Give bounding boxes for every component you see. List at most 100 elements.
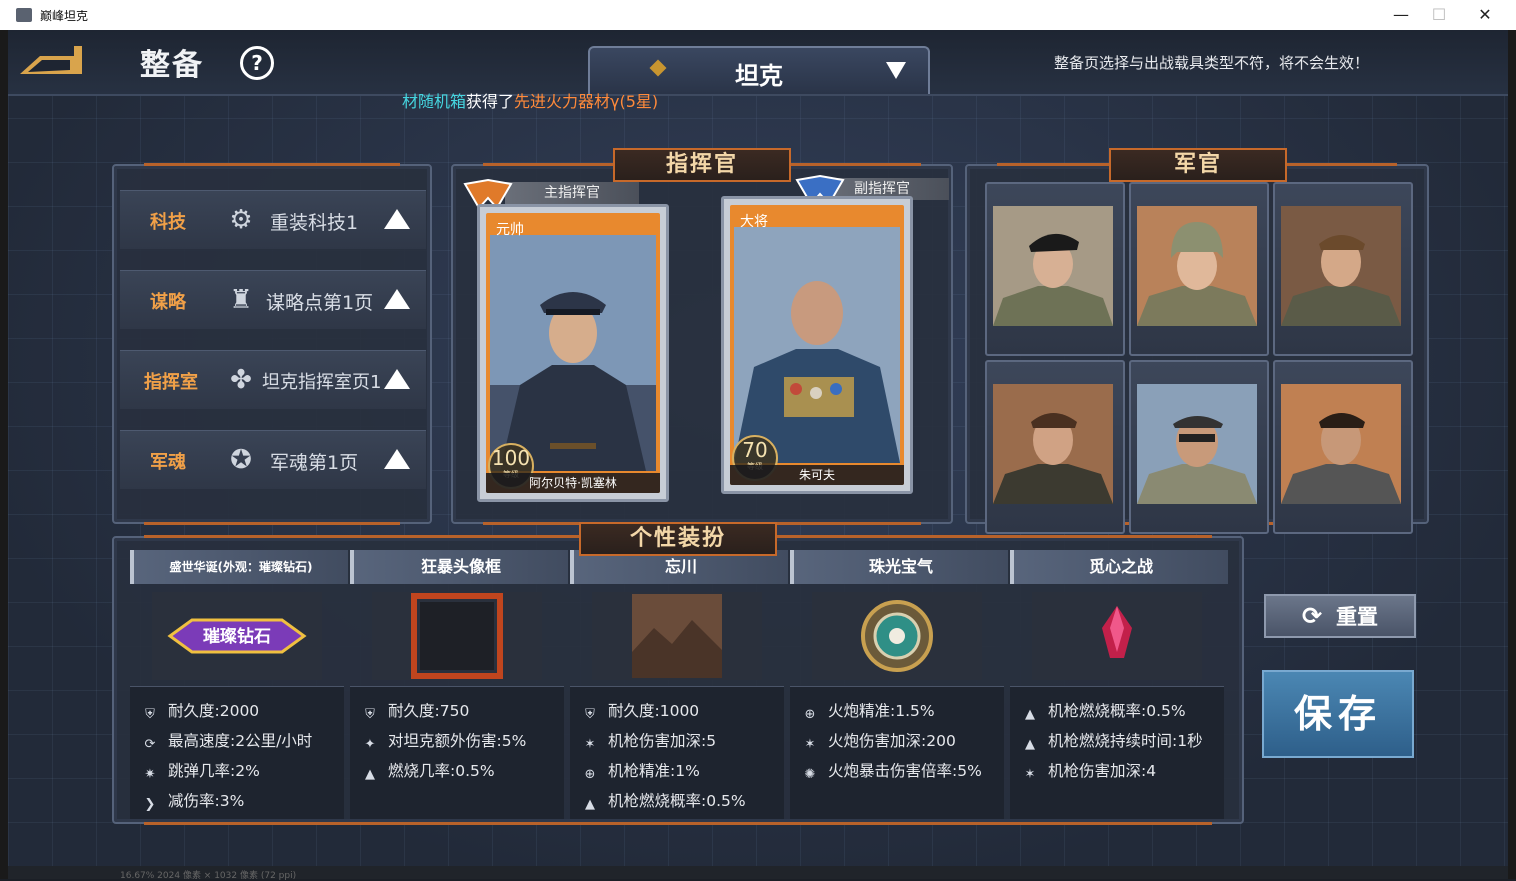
shield-icon: ⛨ (585, 707, 595, 722)
maximize-button[interactable]: ☐ (1416, 0, 1462, 30)
expand-arrow-icon[interactable] (384, 369, 410, 389)
commander-name: 阿尔贝特·凯塞林 (486, 473, 660, 493)
officer-slot[interactable] (1129, 360, 1269, 534)
officer-slot[interactable] (1273, 360, 1413, 534)
officer-slot[interactable] (1273, 182, 1413, 356)
burn-icon: ▲ (365, 767, 375, 782)
diamond-badge-icon: 璀璨钻石 (167, 618, 307, 654)
command-room-icon: ✤ (230, 365, 252, 395)
ticker-verb: 获得了 (466, 92, 515, 111)
stat-text: 机枪精准:1% (608, 762, 700, 780)
stat-line: ⛨ 耐久度:2000 (142, 699, 259, 723)
heart-crystal-icon (1102, 606, 1132, 658)
stat-text: 耐久度:750 (388, 702, 470, 720)
row-value: 重装科技1 (270, 212, 359, 234)
stat-text: 对坦克额外伤害:5% (388, 732, 527, 750)
customization-panel: 盛世华诞(外观：璀璨钻石) 璀璨钻石 ⛨ 耐久度:2000 ⟳ 最高速度:2公里/小… (112, 535, 1244, 825)
customization-panel-label: 个性装扮 (579, 522, 777, 556)
stat-line: ▲ 燃烧几率:0.5% (362, 759, 495, 783)
burn-icon: ▲ (1025, 737, 1035, 752)
main-commander-role: 主指挥官 (505, 182, 639, 204)
item-stats: ▲ 机枪燃烧概率:0.5% ▲ 机枪燃烧持续时间:1秒 ✶ 机枪伤害加深:4 (1010, 686, 1224, 819)
stat-text: 最高速度:2公里/小时 (168, 732, 313, 750)
crosshair-icon: ⊕ (804, 707, 816, 722)
commander-rank: 元帅 (496, 222, 524, 238)
loadout-row-tech[interactable]: 科技 ⚙ 重装科技1 (120, 190, 426, 249)
item-name: 觅心之战 (1010, 550, 1228, 584)
customization-item[interactable]: 忘川 ⛨ 耐久度:1000 ✶ 机枪伤害加深:5 ⊕ 机枪精准:1% ▲ 机枪燃烧概率:… (570, 550, 788, 819)
level-value: 70 (742, 438, 768, 462)
ticker-item-source: 材随机箱 (402, 92, 467, 111)
stat-text: 机枪伤害加深:4 (1048, 762, 1157, 780)
officer-slot[interactable] (1129, 182, 1269, 356)
item-stats: ⛨ 耐久度:1000 ✶ 机枪伤害加深:5 ⊕ 机枪精准:1% ▲ 机枪燃烧概率:0.5… (570, 686, 784, 819)
landscape-card-icon (632, 594, 722, 678)
customization-item[interactable]: 珠光宝气 ⊕ 火炮精准:1.5% ✶ 火炮伤害加深:200 ✺ 火炮暴击伤害倍率:5% (790, 550, 1008, 819)
badge-text: 璀璨钻石 (203, 626, 271, 647)
expand-arrow-icon[interactable] (384, 449, 410, 469)
stat-text: 火炮精准:1.5% (828, 702, 935, 720)
row-value: 坦克指挥室页1 (262, 372, 382, 393)
warning-text: 整备页选择与出战载具类型不符，将不会生效！ (1054, 54, 1370, 72)
stat-line: ⛨ 耐久度:1000 (582, 699, 699, 723)
top-bar: 整备 ? 坦克 整备页选择与出战载具类型不符，将不会生效！ (8, 30, 1508, 96)
loadout-row-command-room[interactable]: 指挥室 ✤ 坦克指挥室页1 (120, 350, 426, 409)
main-commander-card[interactable]: 元帅 100 等级 阿尔贝特·凯塞林 (477, 204, 669, 502)
stat-line: ✶ 机枪伤害加深:4 (1022, 759, 1157, 783)
back-arrow-icon[interactable] (18, 40, 84, 76)
item-image (592, 592, 762, 680)
customization-item[interactable]: 盛世华诞(外观：璀璨钻石) 璀璨钻石 ⛨ 耐久度:2000 ⟳ 最高速度:2公里/小… (130, 550, 348, 819)
loadout-panel: 科技 ⚙ 重装科技1 谋略 ♜ 谋略点第1页 指挥室 ✤ 坦克指挥室页1 军魂 … (112, 163, 432, 525)
stat-line: ⛨ 耐久度:750 (362, 699, 469, 723)
window-right-edge (1508, 30, 1516, 879)
status-bar: 16.67% 2024 像素 × 1032 像素 (72 ppi) (8, 866, 1508, 881)
vehicle-type-dropdown[interactable]: 坦克 (588, 46, 930, 94)
shield-icon: ⛨ (145, 707, 155, 722)
stat-line: ✷ 跳弹几率:2% (142, 759, 260, 783)
stat-text: 机枪燃烧概率:0.5% (1048, 702, 1186, 720)
item-name: 珠光宝气 (790, 550, 1008, 584)
stat-line: ⊕ 火炮精准:1.5% (802, 699, 935, 723)
speed-icon: ⟳ (144, 737, 156, 752)
expand-arrow-icon[interactable] (384, 289, 410, 309)
tank-damage-icon: ✦ (364, 737, 376, 752)
stat-text: 机枪燃烧概率:0.5% (608, 792, 746, 810)
help-icon[interactable]: ? (240, 46, 274, 80)
row-value: 谋略点第1页 (266, 292, 374, 314)
customization-item[interactable]: 狂暴头像框 ⛨ 耐久度:750 ✦ 对坦克额外伤害:5% ▲ 燃烧几率:0.5% (350, 550, 568, 819)
customization-item[interactable]: 觅心之战 ▲ 机枪燃烧概率:0.5% ▲ 机枪燃烧持续时间:1秒 ✶ 机枪伤害加深:4 (1010, 550, 1228, 819)
stat-line: ✶ 机枪伤害加深:5 (582, 729, 717, 753)
close-window-button[interactable]: ✕ (1462, 0, 1508, 30)
crit-icon: ✺ (804, 767, 816, 782)
refresh-icon: ⟳ (1301, 602, 1323, 630)
window-left-edge (0, 30, 8, 879)
item-stats: ⊕ 火炮精准:1.5% ✶ 火炮伤害加深:200 ✺ 火炮暴击伤害倍率:5% (790, 686, 1004, 819)
item-image (372, 592, 542, 680)
jewel-emblem-icon (861, 600, 933, 672)
officer-panel-label: 军官 (1109, 148, 1287, 182)
deputy-commander-card[interactable]: 大将 70 等级 朱可夫 (721, 196, 913, 494)
loadout-row-strategy[interactable]: 谋略 ♜ 谋略点第1页 (120, 270, 426, 329)
reset-button[interactable]: ⟳ 重置 (1264, 594, 1416, 638)
level-value: 100 (491, 446, 531, 470)
row-category: 指挥室 (144, 372, 198, 393)
officer-portrait (1281, 384, 1401, 504)
loadout-row-soul[interactable]: 军魂 ✪ 军魂第1页 (120, 430, 426, 489)
burn-icon: ▲ (585, 797, 595, 812)
officer-slot[interactable] (985, 360, 1125, 534)
stat-line: ✶ 火炮伤害加深:200 (802, 729, 956, 753)
panel-accent-bottom (144, 522, 400, 525)
row-category: 军魂 (150, 452, 186, 473)
expand-arrow-icon[interactable] (384, 209, 410, 229)
officer-portrait (1137, 206, 1257, 326)
stat-line: ⟳ 最高速度:2公里/小时 (142, 729, 313, 753)
strategy-icon: ♜ (229, 285, 253, 315)
item-image: 璀璨钻石 (152, 592, 322, 680)
save-button[interactable]: 保存 (1262, 670, 1414, 758)
officer-panel (965, 163, 1429, 534)
officer-slot[interactable] (985, 182, 1125, 356)
stat-line: ▲ 机枪燃烧持续时间:1秒 (1022, 729, 1203, 753)
commander-panel: 主指挥官 元帅 100 等级 阿尔贝特·凯塞 (451, 163, 953, 525)
item-image (812, 592, 982, 680)
item-name: 盛世华诞(外观：璀璨钻石) (130, 550, 348, 584)
